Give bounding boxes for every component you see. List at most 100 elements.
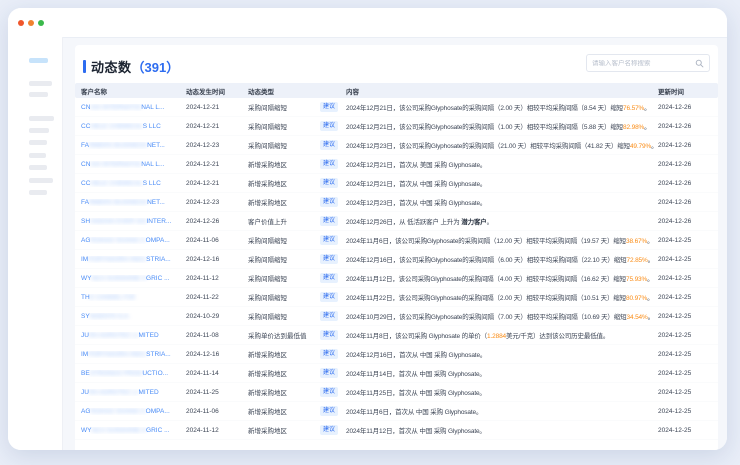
sidebar-item[interactable] — [29, 81, 52, 86]
customer-name-link[interactable]: FARMERS BUSINESSNET... — [81, 142, 165, 149]
customer-name-link[interactable]: JURA AGROTEC LIMITED — [81, 389, 159, 396]
event-type-cell: 新增采购地区 — [248, 159, 320, 169]
event-type-cell: 采购间隔缩短 — [248, 140, 320, 150]
table-row: FARMERS BUSINESSNET...2024-12-23采购间隔缩短建议… — [75, 136, 718, 155]
updated-time-cell: 2024-12-26 — [658, 142, 718, 149]
content-text: 2024年11月6日，首次从 中国 采购 Glyphosate。 — [346, 409, 482, 416]
customer-name-visible-end: INTER... — [146, 218, 171, 225]
search-icon[interactable] — [695, 59, 704, 68]
customer-name-link[interactable]: THE CANDEL F25 — [81, 294, 135, 301]
content-highlight-value: 76.57% — [623, 105, 644, 112]
content-highlight-value: 75.93% — [626, 276, 647, 283]
event-time-cell: 2024-11-06 — [186, 408, 248, 415]
title-accent-bar — [83, 60, 86, 73]
customer-name-visible-end: UCTIO... — [142, 370, 168, 377]
customer-name-link[interactable]: IMPORTADORA INDUSTRIA... — [81, 351, 171, 358]
content-cell: 2024年12月26日，从 低活跃客户 上升为 潜力客户。 — [346, 216, 658, 226]
updated-time-cell: 2024-12-26 — [658, 180, 718, 187]
customer-name-link[interactable]: WYNCA SUNSHINE AGRIC ... — [81, 427, 170, 434]
sidebar-item[interactable] — [29, 140, 47, 145]
customer-name-visible-start: WY — [81, 275, 91, 282]
customer-name-link[interactable]: CNAIA INTERNATIONAL L... — [81, 104, 164, 111]
sidebar-item[interactable] — [29, 190, 47, 195]
customer-name-link[interactable]: BESTRONGS PRODUCTIO... — [81, 370, 168, 377]
customer-name-link[interactable]: AGROHAO SHANG COMPA... — [81, 408, 170, 415]
content-panel: 动态数 （391） 客户名称 动态发生时间 动态类型 内 — [75, 45, 718, 450]
customer-name-link[interactable]: AGROHAO SHANG COMPA... — [81, 237, 170, 244]
close-window-button[interactable] — [18, 20, 24, 26]
content-highlight-value: 38.67% — [626, 238, 647, 245]
customer-name-visible-end: STRIA... — [146, 351, 171, 358]
table-row: CCHELE CHEMICALS LLC2024-12-21新增采购地区建议20… — [75, 174, 718, 193]
suggestion-badge: 建议 — [320, 216, 338, 226]
sidebar-item[interactable] — [29, 128, 49, 133]
column-header-type: 动态类型 — [248, 86, 320, 96]
suggestion-badge: 建议 — [320, 330, 338, 340]
window-controls — [18, 20, 44, 26]
suggestion-badge: 建议 — [320, 425, 338, 435]
customer-name-visible-end: MITED — [138, 389, 158, 396]
sidebar-item[interactable] — [29, 178, 53, 183]
customer-name-cell: WYNCA SUNSHINE AGRIC ... — [81, 275, 186, 282]
suggestion-badge: 建议 — [320, 292, 338, 302]
sidebar-item[interactable] — [29, 92, 48, 97]
suggestion-badge: 建议 — [320, 178, 338, 188]
updated-time-cell: 2024-12-25 — [658, 370, 718, 377]
suggestion-badge: 建议 — [320, 121, 338, 131]
event-type-cell: 采购间隔缩短 — [248, 311, 320, 321]
customer-name-link[interactable]: CCHELE CHEMICALS LLC — [81, 123, 161, 130]
sidebar-item-active[interactable] — [29, 58, 48, 63]
customer-name-link[interactable]: SYNGENTA S.A. — [81, 313, 130, 320]
customer-name-redacted: ANGHAI EVER GO — [90, 218, 146, 225]
zoom-window-button[interactable] — [38, 20, 44, 26]
sidebar-item[interactable] — [29, 116, 54, 121]
minimize-window-button[interactable] — [28, 20, 34, 26]
customer-name-redacted: AIA INTERNATIO — [90, 104, 141, 111]
content-cell: 2024年11月6日，首次从 中国 采购 Glyphosate。 — [346, 406, 658, 416]
updated-time-cell: 2024-12-25 — [658, 237, 718, 244]
search-input[interactable] — [592, 60, 695, 67]
customer-name-cell: JURA AGROTEC LIMITED — [81, 389, 186, 396]
content-text: 。 — [644, 105, 650, 112]
customer-name-link[interactable]: SHANGHAI EVER GOINTER... — [81, 218, 171, 225]
customer-name-link[interactable]: CCHELE CHEMICALS LLC — [81, 180, 161, 187]
customer-name-visible-end: OMPA... — [146, 408, 170, 415]
updated-time-cell: 2024-12-25 — [658, 313, 718, 320]
content-cell: 2024年10月29日，该公司采购Glyphosate的采购间隔（7.00 天）… — [346, 311, 658, 321]
updated-time-cell: 2024-12-25 — [658, 408, 718, 415]
table-row: IMPORTADORA INDUSTRIA...2024-12-16新增采购地区… — [75, 345, 718, 364]
event-type-cell: 新增采购地区 — [248, 349, 320, 359]
customer-name-cell: CNAIA INTERNATIONAL L... — [81, 104, 186, 111]
content-cell: 2024年12月16日，该公司采购Glyphosate的采购间隔（6.00 天）… — [346, 254, 658, 264]
customer-name-link[interactable]: WYNCA SUNSHINE AGRIC ... — [81, 275, 170, 282]
customer-name-cell: FARMERS BUSINESSNET... — [81, 142, 186, 149]
updated-time-cell: 2024-12-26 — [658, 218, 718, 225]
content-text: 2024年12月16日，首次从 中国 采购 Glyphosate。 — [346, 352, 486, 359]
customer-name-visible-end: S LLC — [143, 123, 161, 130]
sidebar — [8, 37, 63, 450]
event-time-cell: 2024-12-21 — [186, 123, 248, 130]
customer-name-visible-end: MITED — [138, 332, 158, 339]
suggestion-badge: 建议 — [320, 140, 338, 150]
updated-time-cell: 2024-12-26 — [658, 104, 718, 111]
suggestion-badge: 建议 — [320, 159, 338, 169]
customer-name-link[interactable]: FARMERS BUSINESSNET... — [81, 199, 165, 206]
customer-name-link[interactable]: JURA AGROTEC LIMITED — [81, 332, 159, 339]
sidebar-item[interactable] — [29, 165, 47, 170]
badge-cell: 建议 — [320, 311, 346, 321]
customer-name-link[interactable]: CNAIA INTERNATIONAL L... — [81, 161, 164, 168]
event-time-cell: 2024-11-22 — [186, 294, 248, 301]
customer-name-visible-start: FA — [81, 142, 89, 149]
updated-time-cell: 2024-12-26 — [658, 123, 718, 130]
table-row: AGROHAO SHANG COMPA...2024-11-06新增采购地区建议… — [75, 402, 718, 421]
customer-name-cell: AGROHAO SHANG COMPA... — [81, 237, 186, 244]
content-text: 2024年11月25日，首次从 中国 采购 Glyphosate。 — [346, 390, 486, 397]
customer-name-link[interactable]: IMPORTADORA INDUSTRIA... — [81, 256, 171, 263]
customer-name-visible-end: S LLC — [143, 180, 161, 187]
customer-name-visible-end: NET... — [147, 199, 165, 206]
event-time-cell: 2024-11-06 — [186, 237, 248, 244]
sidebar-item[interactable] — [29, 153, 46, 158]
event-type-cell: 采购间隔缩短 — [248, 235, 320, 245]
content-text: 。 — [644, 124, 650, 131]
updated-time-cell: 2024-12-25 — [658, 427, 718, 434]
